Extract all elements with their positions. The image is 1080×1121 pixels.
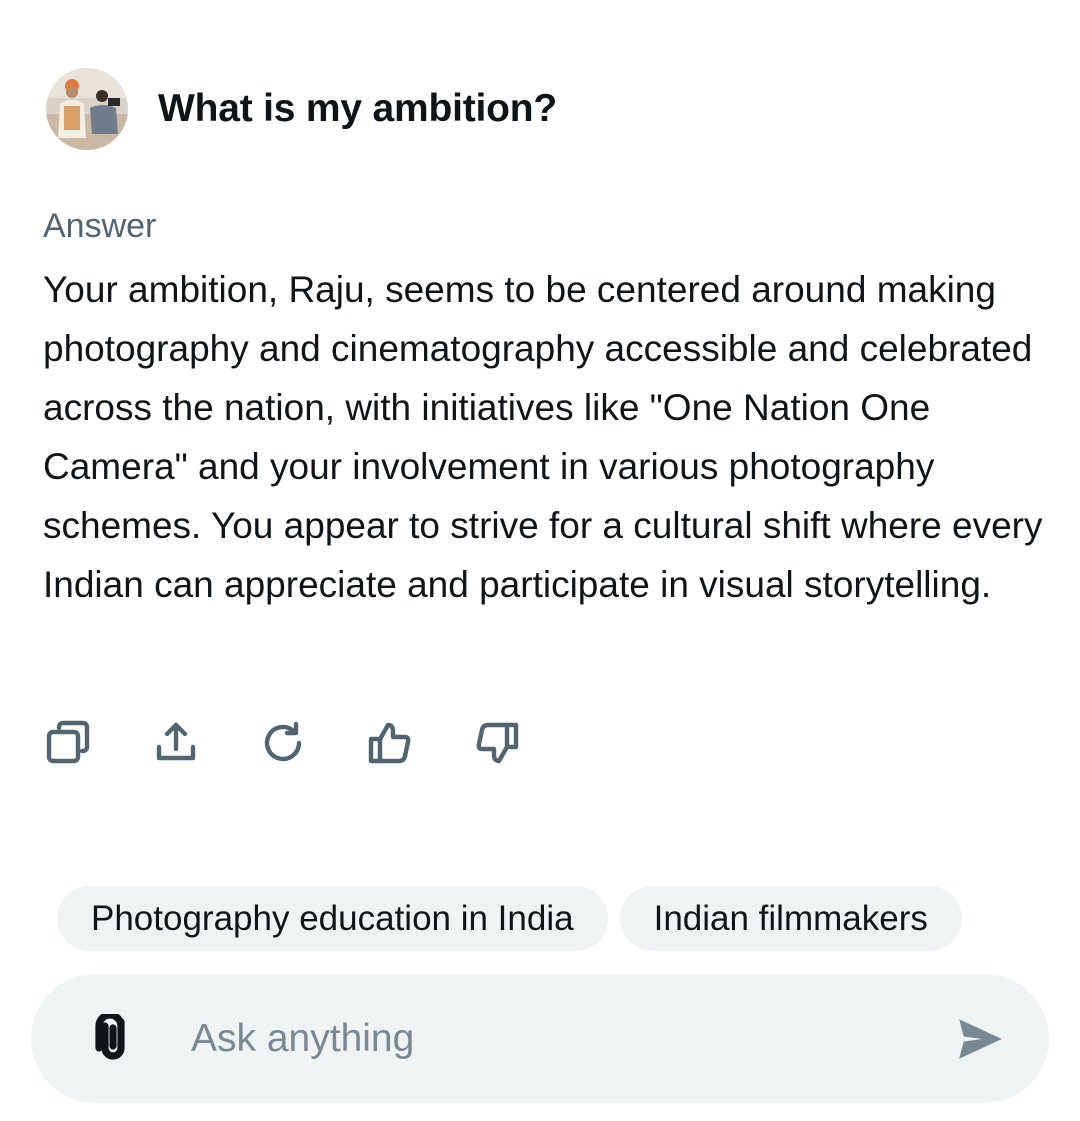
regenerate-button[interactable] <box>258 718 308 768</box>
question-header: What is my ambition? <box>46 68 557 150</box>
avatar[interactable] <box>46 68 128 150</box>
thumbs-up-button[interactable] <box>365 718 415 768</box>
send-icon <box>959 1019 1002 1059</box>
question-text: What is my ambition? <box>158 87 558 130</box>
share-button[interactable] <box>151 718 201 768</box>
ask-input[interactable] <box>191 1004 891 1074</box>
thumbs-down-icon <box>476 722 519 764</box>
suggestion-chip[interactable]: Indian filmmakers <box>619 886 962 951</box>
answer-text: Your ambition, Raju, seems to be centere… <box>43 269 1043 605</box>
attach-button[interactable] <box>93 1011 133 1064</box>
answer-actions <box>44 718 522 768</box>
regenerate-icon <box>264 721 302 762</box>
grok-answer-screen: What is my ambition? Answer Your ambitio… <box>0 0 1080 1121</box>
answer-label: Answer <box>43 207 157 245</box>
thumbs-down-button[interactable] <box>472 718 522 768</box>
suggestion-chip[interactable]: Photography education in India <box>57 886 608 951</box>
copy-icon <box>46 720 90 764</box>
suggestion-chips: Photography education in India Indian fi… <box>57 886 974 951</box>
paperclip-icon <box>95 1011 125 1060</box>
composer-bar <box>31 974 1049 1103</box>
thumbs-up-icon <box>368 722 411 764</box>
copy-button[interactable] <box>44 718 94 768</box>
send-button[interactable] <box>955 1014 1005 1064</box>
share-icon <box>156 722 196 761</box>
